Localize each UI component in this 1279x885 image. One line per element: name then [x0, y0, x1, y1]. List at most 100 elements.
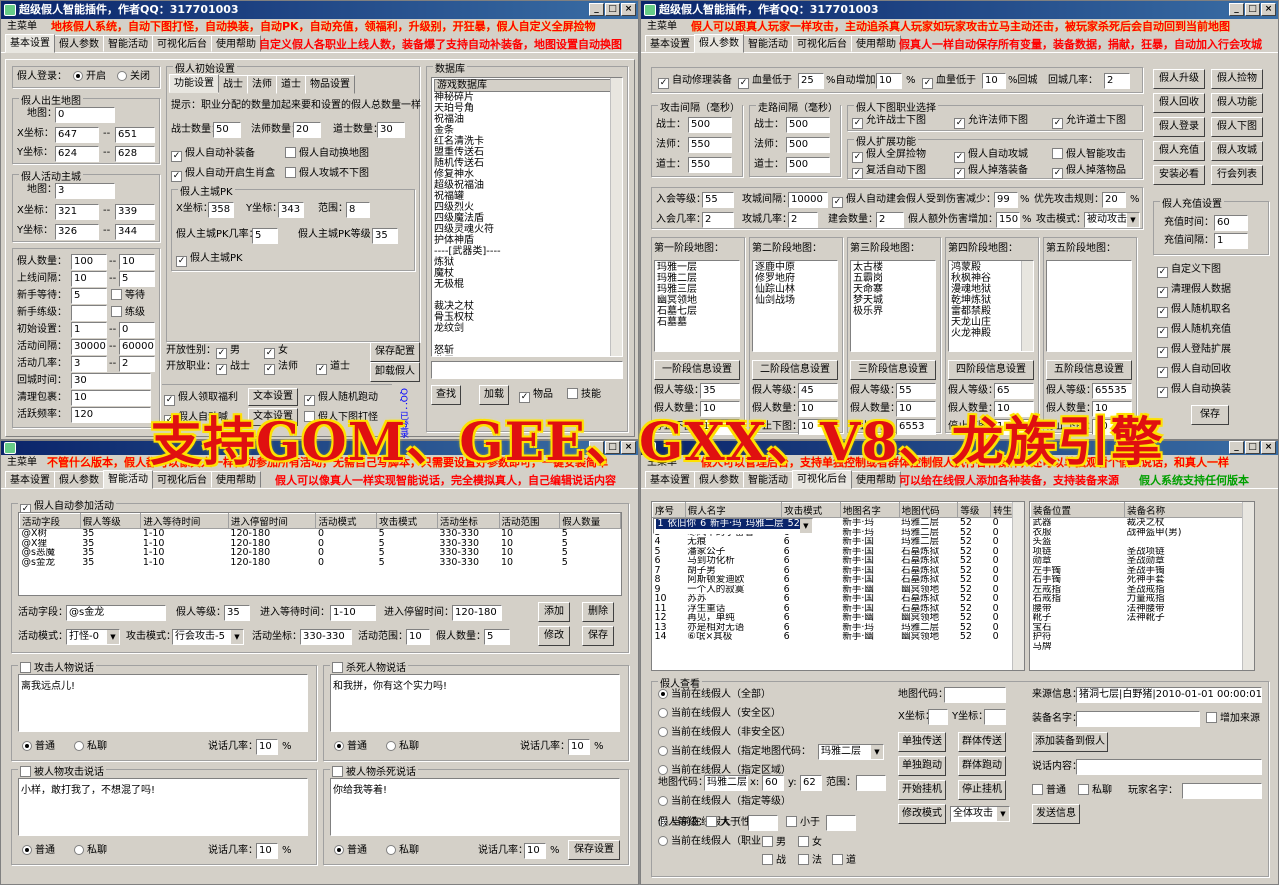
- save-button[interactable]: 保存: [582, 626, 614, 646]
- column-header[interactable]: 假人数量: [559, 513, 621, 529]
- zodiac-checkbox[interactable]: ✓ 假人自动开启生肖盒: [171, 167, 275, 182]
- close-button[interactable]: ×: [1261, 3, 1276, 16]
- stage-lv-input[interactable]: 55: [896, 383, 936, 399]
- table-row[interactable]: 右戒指 力量戒指: [1031, 594, 1254, 604]
- bots-table[interactable]: 序号假人名字攻击模式地图名字地图代码等级转生1依旧你6新手·玛玛雅二层5202花…: [651, 501, 1025, 671]
- stage-lv-input[interactable]: 45: [798, 383, 838, 399]
- table-row[interactable]: 宝石: [1031, 623, 1254, 633]
- database-list[interactable]: 游戏数据库 神秘碎片 天珀号角 祝福油 金条 红名清洗卡 盟重传送石 随机传送石 修复神水 超级…: [431, 77, 623, 357]
- public-radio[interactable]: 普通: [22, 844, 55, 858]
- main-menu[interactable]: 主菜单: [7, 457, 37, 468]
- mage-count-input[interactable]: 20: [293, 122, 321, 138]
- drop-equip-checkbox[interactable]: ✓ 假人掉落装备: [954, 164, 1028, 179]
- equip-name-input[interactable]: [1076, 711, 1200, 727]
- bots-scrollbar[interactable]: [1012, 502, 1024, 670]
- region-y-input[interactable]: 62: [800, 775, 822, 791]
- tab-visual[interactable]: 可视化后台: [152, 35, 212, 52]
- tab-help[interactable]: 使用帮助: [211, 35, 261, 52]
- act-x2-input[interactable]: 339: [115, 204, 155, 220]
- return-rate-input[interactable]: 2: [1104, 73, 1130, 89]
- hp-add-value-input[interactable]: 10: [876, 73, 902, 89]
- range-input[interactable]: 10: [406, 629, 430, 645]
- table-row[interactable]: 11 浮生重话 6 新手·国 石墓炼狱 52 0: [653, 604, 1024, 614]
- table-row[interactable]: 武器 裁决之杖: [1031, 518, 1254, 528]
- talk-textarea[interactable]: 和我拼，你有这个实力吗!: [330, 674, 620, 732]
- rate-input[interactable]: 10: [568, 739, 590, 755]
- pk-range-input[interactable]: 8: [346, 202, 370, 218]
- column-header[interactable]: 装备位置: [1030, 502, 1126, 518]
- auto-equip-checkbox[interactable]: ✓ 假人自动补装备: [171, 147, 255, 162]
- tab-basic[interactable]: 基本设置: [5, 34, 55, 53]
- stage-map-list[interactable]: 鸿蒙殿 秋枫神谷 漫魂地狱 乾坤炼狱 雷都禁殿 天龙山庄 火龙神殿: [948, 260, 1034, 352]
- hp-return-input[interactable]: 10: [982, 73, 1006, 89]
- x-input[interactable]: [928, 709, 948, 725]
- auto-repair-checkbox[interactable]: ✓ 自动修理装备: [658, 74, 732, 89]
- table-row[interactable]: 腰带 法神腰带: [1031, 604, 1254, 614]
- bot-filter-radio[interactable]: 当前在线假人（全部）: [658, 688, 771, 702]
- stage-map-item[interactable]: 雷都禁殿: [951, 306, 1031, 317]
- table-row[interactable]: 8 阿斯顿爱迪欧 6 新手·国 石墓炼狱 52 0: [653, 575, 1024, 585]
- priority-input[interactable]: 20: [1102, 192, 1126, 208]
- city-pk-checkbox[interactable]: ✓ 假人主城PK: [176, 252, 243, 267]
- level-less-input[interactable]: [826, 815, 856, 831]
- database-item[interactable]: [434, 334, 620, 345]
- column-header[interactable]: 攻击模式: [376, 513, 438, 529]
- stage-map-item[interactable]: 五霸岗: [853, 273, 933, 284]
- walk-warrior-input[interactable]: 500: [786, 117, 830, 133]
- maximize-button[interactable]: □: [1245, 441, 1260, 454]
- talk-checkbox[interactable]: 被人物杀死说话: [330, 763, 418, 778]
- pk-y-input[interactable]: 343: [278, 202, 304, 218]
- hp-return-checkbox[interactable]: ✓ 血量低于: [922, 74, 976, 89]
- database-item[interactable]: 金条: [434, 125, 620, 136]
- stage-lv-input[interactable]: 35: [700, 383, 740, 399]
- tab-activity[interactable]: 智能活动: [103, 470, 153, 489]
- param-input-2[interactable]: 0: [119, 322, 155, 338]
- stage-map-item[interactable]: 乾坤炼狱: [951, 295, 1031, 306]
- close-button[interactable]: ×: [621, 3, 636, 16]
- tab-activity[interactable]: 智能活动: [743, 35, 793, 52]
- walk-taoist-input[interactable]: 500: [786, 157, 830, 173]
- rate-input[interactable]: 10: [524, 843, 546, 859]
- damage-reduce-input[interactable]: 99: [994, 192, 1018, 208]
- table-row[interactable]: 勋章 圣战勋章: [1031, 556, 1254, 566]
- add-button[interactable]: 添加: [538, 602, 570, 622]
- region-x-input[interactable]: 60: [762, 775, 784, 791]
- stage-map-item[interactable]: 仙剑战场: [755, 295, 835, 306]
- side-button[interactable]: 假人下图: [1211, 117, 1263, 137]
- minimize-button[interactable]: _: [1229, 3, 1244, 16]
- database-item[interactable]: 四级烈火: [434, 202, 620, 213]
- private-radio[interactable]: 私聊: [74, 844, 107, 858]
- param-input[interactable]: 30: [71, 373, 151, 389]
- tab-params[interactable]: 假人参数: [54, 35, 104, 52]
- table-row[interactable]: 1 依旧你 6 新手·玛 玛雅二层 52 0: [652, 518, 813, 534]
- stage-scrollbar[interactable]: [1021, 261, 1033, 351]
- delete-button[interactable]: 删除: [582, 602, 614, 622]
- stage-settings-button[interactable]: 二阶段信息设置: [752, 360, 838, 380]
- param-input[interactable]: 30000: [71, 339, 107, 355]
- param-input-2[interactable]: 2: [119, 356, 155, 372]
- walk-mage-input[interactable]: 500: [786, 137, 830, 153]
- param-input-2[interactable]: 10: [119, 254, 155, 270]
- warrior-count-input[interactable]: 50: [213, 122, 241, 138]
- tab-params[interactable]: 假人参数: [694, 34, 744, 53]
- side-button[interactable]: 假人攻城: [1211, 141, 1263, 161]
- table-row[interactable]: @X狸 35 1-10 120-180 0 5 330-330 10 5: [20, 539, 621, 549]
- activity-mode-select[interactable]: 打怪-0: [66, 629, 120, 645]
- database-item[interactable]: 骨玉权杖: [434, 312, 620, 323]
- pk-rate-input[interactable]: 5: [252, 228, 278, 244]
- database-item[interactable]: 魔杖: [434, 268, 620, 279]
- mode-select[interactable]: 全体攻击: [950, 806, 1010, 822]
- database-item[interactable]: 护体神盾: [434, 235, 620, 246]
- unload-button[interactable]: 卸载假人: [370, 362, 420, 382]
- init-tab-mage[interactable]: 法师: [247, 75, 277, 94]
- table-row[interactable]: 13 亦是相对无语 6 新手·玛 玛雅二层 52 0: [653, 623, 1024, 633]
- side-button[interactable]: 安装必看: [1153, 165, 1205, 185]
- table-row[interactable]: 右手镯 死神手套: [1031, 575, 1254, 585]
- source-input[interactable]: 猪洞七层|白野猪|2010-01-01 00:00:01: [1076, 687, 1262, 703]
- stage-map-list[interactable]: 太古楼 五霸岗 天命寨 梦天城 极乐界: [850, 260, 936, 352]
- edit-button[interactable]: 修改: [538, 626, 570, 646]
- maximize-button[interactable]: □: [1245, 3, 1260, 16]
- allow-warrior-checkbox[interactable]: ✓ 允许战士下图: [852, 114, 926, 129]
- param-input-2[interactable]: 60000: [119, 339, 155, 355]
- stage-lv-input[interactable]: 65: [994, 383, 1034, 399]
